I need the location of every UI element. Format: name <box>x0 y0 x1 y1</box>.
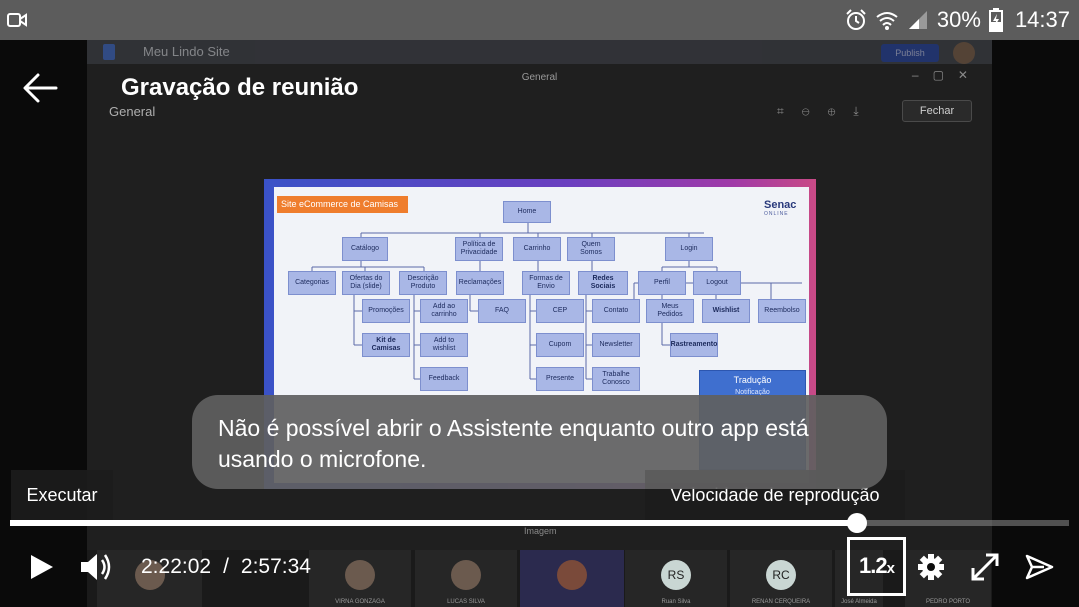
cellular-signal-icon <box>908 11 927 29</box>
participant-name: José Almeida <box>841 599 877 605</box>
playback-time: 2:22:02 / 2:57:34 <box>141 555 311 579</box>
recorded-publish-button: Publish <box>881 44 939 62</box>
participant-tile: RS Ruan Silva <box>625 550 727 607</box>
recorded-avatar <box>953 42 975 64</box>
node-formas-envio: Formas de Envio <box>522 271 570 295</box>
senac-logo: Senac ONLINE <box>764 199 796 217</box>
node-quem-somos: Quem Somos <box>567 237 615 261</box>
time-separator: / <box>223 555 229 578</box>
node-catalogo: Catálogo <box>342 237 388 261</box>
node-meus-pedidos: Meus Pedidos <box>646 299 694 323</box>
docs-icon <box>103 44 115 60</box>
participant-avatar <box>557 560 587 590</box>
participant-name: RENAN CERQUEIRA <box>751 599 811 605</box>
node-kit-camisas: Kit de Camisas <box>362 333 410 357</box>
node-reclamacoes: Reclamações <box>456 271 504 295</box>
share-send-icon[interactable] <box>1022 546 1056 588</box>
viewer-zoom-tools: ⌗⊖⊕⤓ <box>777 104 877 118</box>
node-presente: Presente <box>536 367 584 391</box>
participant-name: VIRNA GONZAGA <box>335 599 385 605</box>
speed-value: 1.2 <box>859 553 888 578</box>
status-time: 14:37 <box>1014 7 1070 32</box>
battery-percent: 30% <box>936 7 981 32</box>
participant-name: LUCAS SILVA <box>447 599 485 605</box>
node-perfil: Perfil <box>638 271 686 295</box>
node-login: Login <box>665 237 713 261</box>
node-redes-sociais: Redes Sociais <box>578 271 628 295</box>
node-home: Home <box>503 201 551 223</box>
seek-bar-played <box>10 520 858 526</box>
participant-avatar: RC <box>766 560 796 590</box>
node-add-carrinho: Add ao carrinho <box>420 299 468 323</box>
viewer-channel-name: General <box>109 104 156 119</box>
alarm-clock-icon <box>846 9 866 30</box>
seek-bar[interactable] <box>10 513 1069 533</box>
node-trabalhe: Trabalhe Conosco <box>592 367 640 391</box>
node-descricao: Descrição Produto <box>399 271 447 295</box>
participant-name: Ruan Silva <box>661 599 691 605</box>
traducao-label: Tradução <box>733 375 772 385</box>
participant-avatar <box>451 560 481 590</box>
senac-logo-text: Senac <box>764 199 797 211</box>
node-feedback: Feedback <box>420 367 468 391</box>
participant-avatar: RS <box>661 560 691 590</box>
slide-title-tag: Site eCommerce de Camisas <box>277 196 408 213</box>
playback-speed-button[interactable]: 1.2x <box>847 537 906 596</box>
node-cep: CEP <box>536 299 584 323</box>
node-wishlist: Wishlist <box>702 299 750 323</box>
battery-icon <box>988 8 1003 32</box>
play-tooltip: Executar <box>11 470 113 520</box>
senac-logo-sub: ONLINE <box>764 211 789 217</box>
fullscreen-expand-icon[interactable] <box>968 546 1002 588</box>
video-camera-icon <box>7 13 27 27</box>
volume-icon[interactable] <box>78 546 114 588</box>
node-categorias: Categorias <box>288 271 336 295</box>
node-newsletter: Newsletter <box>592 333 640 357</box>
node-contato: Contato <box>592 299 640 323</box>
node-ofertas: Ofertas do Dia (slide) <box>342 271 390 295</box>
participant-tile: RC RENAN CERQUEIRA <box>730 550 832 607</box>
gear-icon[interactable] <box>915 546 947 588</box>
viewer-image-label: Imagem <box>524 526 557 536</box>
node-carrinho: Carrinho <box>513 237 561 261</box>
participant-tile: LUCAS SILVA <box>415 550 517 607</box>
node-reembolso: Reembolso <box>758 299 806 323</box>
node-politica: Política de Privacidade <box>455 237 503 261</box>
node-logout: Logout <box>693 271 741 295</box>
status-icons: 30% 14:37 <box>845 6 1070 34</box>
recorded-doc-title: Meu Lindo Site <box>143 44 230 59</box>
total-time: 2:57:34 <box>240 555 311 578</box>
participant-tile: VIRNA GONZAGA <box>309 550 411 607</box>
back-arrow-icon[interactable] <box>20 70 60 106</box>
speed-suffix: x <box>886 560 895 577</box>
assistant-mic-toast: Não é possível abrir o Assistente enquan… <box>192 395 887 489</box>
current-time: 2:22:02 <box>141 555 212 578</box>
viewer-window-controls: –▢✕ <box>911 68 982 82</box>
node-rastreamento: Rastreamento <box>670 333 718 357</box>
android-status-bar: 30% 14:37 <box>0 0 1079 40</box>
recorded-browser-bar: Meu Lindo Site Publish <box>87 40 992 64</box>
participant-tile-presenter <box>520 550 624 607</box>
node-add-wishlist: Add to wishlist <box>420 333 468 357</box>
play-icon[interactable] <box>22 546 58 588</box>
node-cupom: Cupom <box>536 333 584 357</box>
wifi-icon <box>876 12 898 30</box>
participant-name: PEDRO PORTO <box>925 599 971 605</box>
participant-avatar <box>345 560 375 590</box>
recording-title: Gravação de reunião <box>121 74 359 101</box>
node-faq: FAQ <box>478 299 526 323</box>
viewer-close-button: Fechar <box>902 100 972 122</box>
node-promocoes: Promoções <box>362 299 410 323</box>
